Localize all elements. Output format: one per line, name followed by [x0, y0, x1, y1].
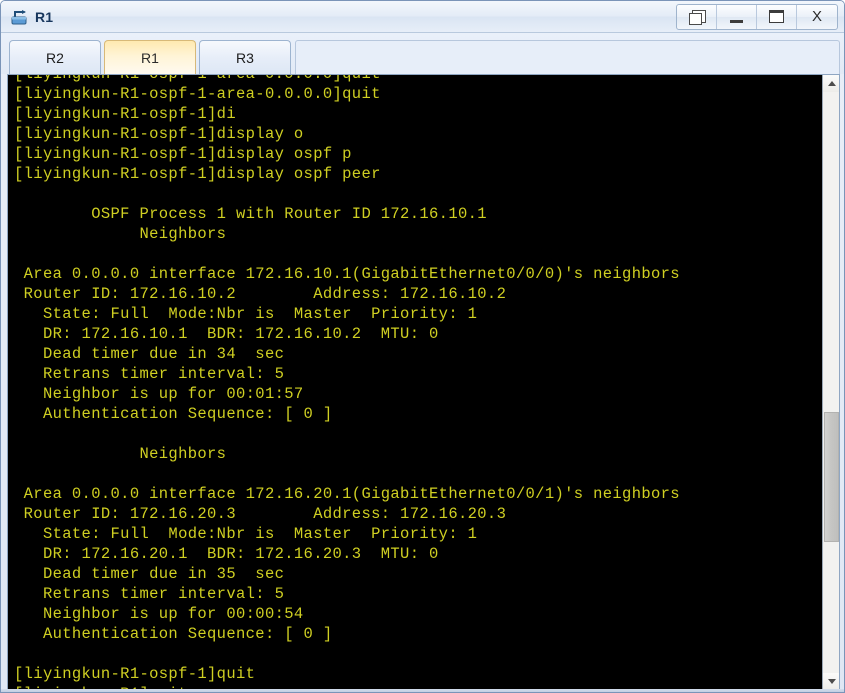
scroll-up-button[interactable]	[823, 75, 839, 92]
minimize-icon	[730, 19, 743, 23]
terminal-line: Area 0.0.0.0 interface 172.16.20.1(Gigab…	[14, 485, 680, 503]
terminal-line: OSPF Process 1 with Router ID 172.16.10.…	[14, 205, 487, 223]
scroll-down-button[interactable]	[823, 673, 839, 690]
chevron-down-icon	[827, 679, 836, 684]
terminal-line: Retrans timer interval: 5	[14, 365, 285, 383]
title-bar: R1 X	[1, 1, 844, 33]
terminal-line: [liyingkun-R1-ospf-1-area-0.0.0.0]quit	[14, 75, 822, 84]
chevron-up-icon	[827, 81, 836, 86]
terminal-line: DR: 172.16.20.1 BDR: 172.16.20.3 MTU: 0	[14, 545, 439, 563]
restore-icon	[688, 9, 706, 25]
tab-r2[interactable]: R2	[9, 40, 101, 74]
terminal-line: Area 0.0.0.0 interface 172.16.10.1(Gigab…	[14, 265, 680, 283]
minimize-window-button[interactable]	[717, 4, 757, 29]
terminal-line: Retrans timer interval: 5	[14, 585, 285, 603]
terminal-text: [liyingkun-R1-ospf-1-area-0.0.0.0]quit [l…	[8, 75, 822, 690]
terminal-line: [liyingkun-R1-ospf-1]display ospf p	[14, 145, 352, 163]
terminal-line: [liyingkun-R1-ospf-1]display o	[14, 125, 304, 143]
terminal-line: Dead timer due in 35 sec	[14, 565, 285, 583]
close-icon: X	[811, 8, 822, 25]
terminal-line: Neighbors	[14, 225, 227, 243]
terminal-line: Neighbor is up for 00:01:57	[14, 385, 304, 403]
terminal-line: DR: 172.16.10.1 BDR: 172.16.10.2 MTU: 0	[14, 325, 439, 343]
terminal-scrollbar[interactable]	[822, 75, 839, 690]
scrollbar-thumb[interactable]	[824, 412, 839, 542]
window-bottom-edge	[1, 689, 844, 692]
tab-r3[interactable]: R3	[199, 40, 291, 74]
tab-r3-label: R3	[236, 49, 254, 66]
maximize-icon	[769, 10, 784, 23]
window-title: R1	[35, 8, 54, 25]
tab-r2-label: R2	[46, 49, 64, 66]
terminal-line: Router ID: 172.16.20.3 Address: 172.16.2…	[14, 505, 507, 523]
tab-strip-empty-area	[295, 40, 840, 74]
terminal-panel: [liyingkun-R1-ospf-1-area-0.0.0.0]quit [l…	[7, 74, 840, 691]
restore-window-button[interactable]	[677, 4, 717, 29]
router-icon	[11, 8, 29, 26]
terminal-line: Authentication Sequence: [ 0 ]	[14, 625, 333, 643]
close-window-button[interactable]: X	[797, 5, 837, 29]
terminal-line: [liyingkun-R1-ospf-1]di	[14, 105, 236, 123]
terminal-line: State: Full Mode:Nbr is Master Priority:…	[14, 525, 478, 543]
tab-strip: R2 R1 R3	[1, 33, 844, 74]
tab-r1-label: R1	[141, 49, 159, 66]
terminal-line: [liyingkun-R1-ospf-1]quit	[14, 665, 256, 683]
terminal-window: R1 X R2 R1 R3 [liyingkun-R1-ospf-1-area-…	[0, 0, 845, 693]
terminal-line: [liyingkun-R1-ospf-1]display ospf peer	[14, 165, 381, 183]
title-bar-left: R1	[1, 8, 676, 26]
terminal-line: [liyingkun-R1-ospf-1-area-0.0.0.0]quit	[14, 85, 381, 103]
maximize-window-button[interactable]	[757, 4, 797, 29]
terminal-line: Router ID: 172.16.10.2 Address: 172.16.1…	[14, 285, 507, 303]
terminal-line: Neighbor is up for 00:00:54	[14, 605, 304, 623]
terminal-line: State: Full Mode:Nbr is Master Priority:…	[14, 305, 478, 323]
terminal-output[interactable]: [liyingkun-R1-ospf-1-area-0.0.0.0]quit [l…	[8, 75, 822, 690]
tab-r1[interactable]: R1	[104, 40, 196, 74]
terminal-line: Authentication Sequence: [ 0 ]	[14, 405, 333, 423]
window-controls: X	[676, 3, 838, 30]
terminal-line: Neighbors	[14, 445, 227, 463]
terminal-line: Dead timer due in 34 sec	[14, 345, 285, 363]
